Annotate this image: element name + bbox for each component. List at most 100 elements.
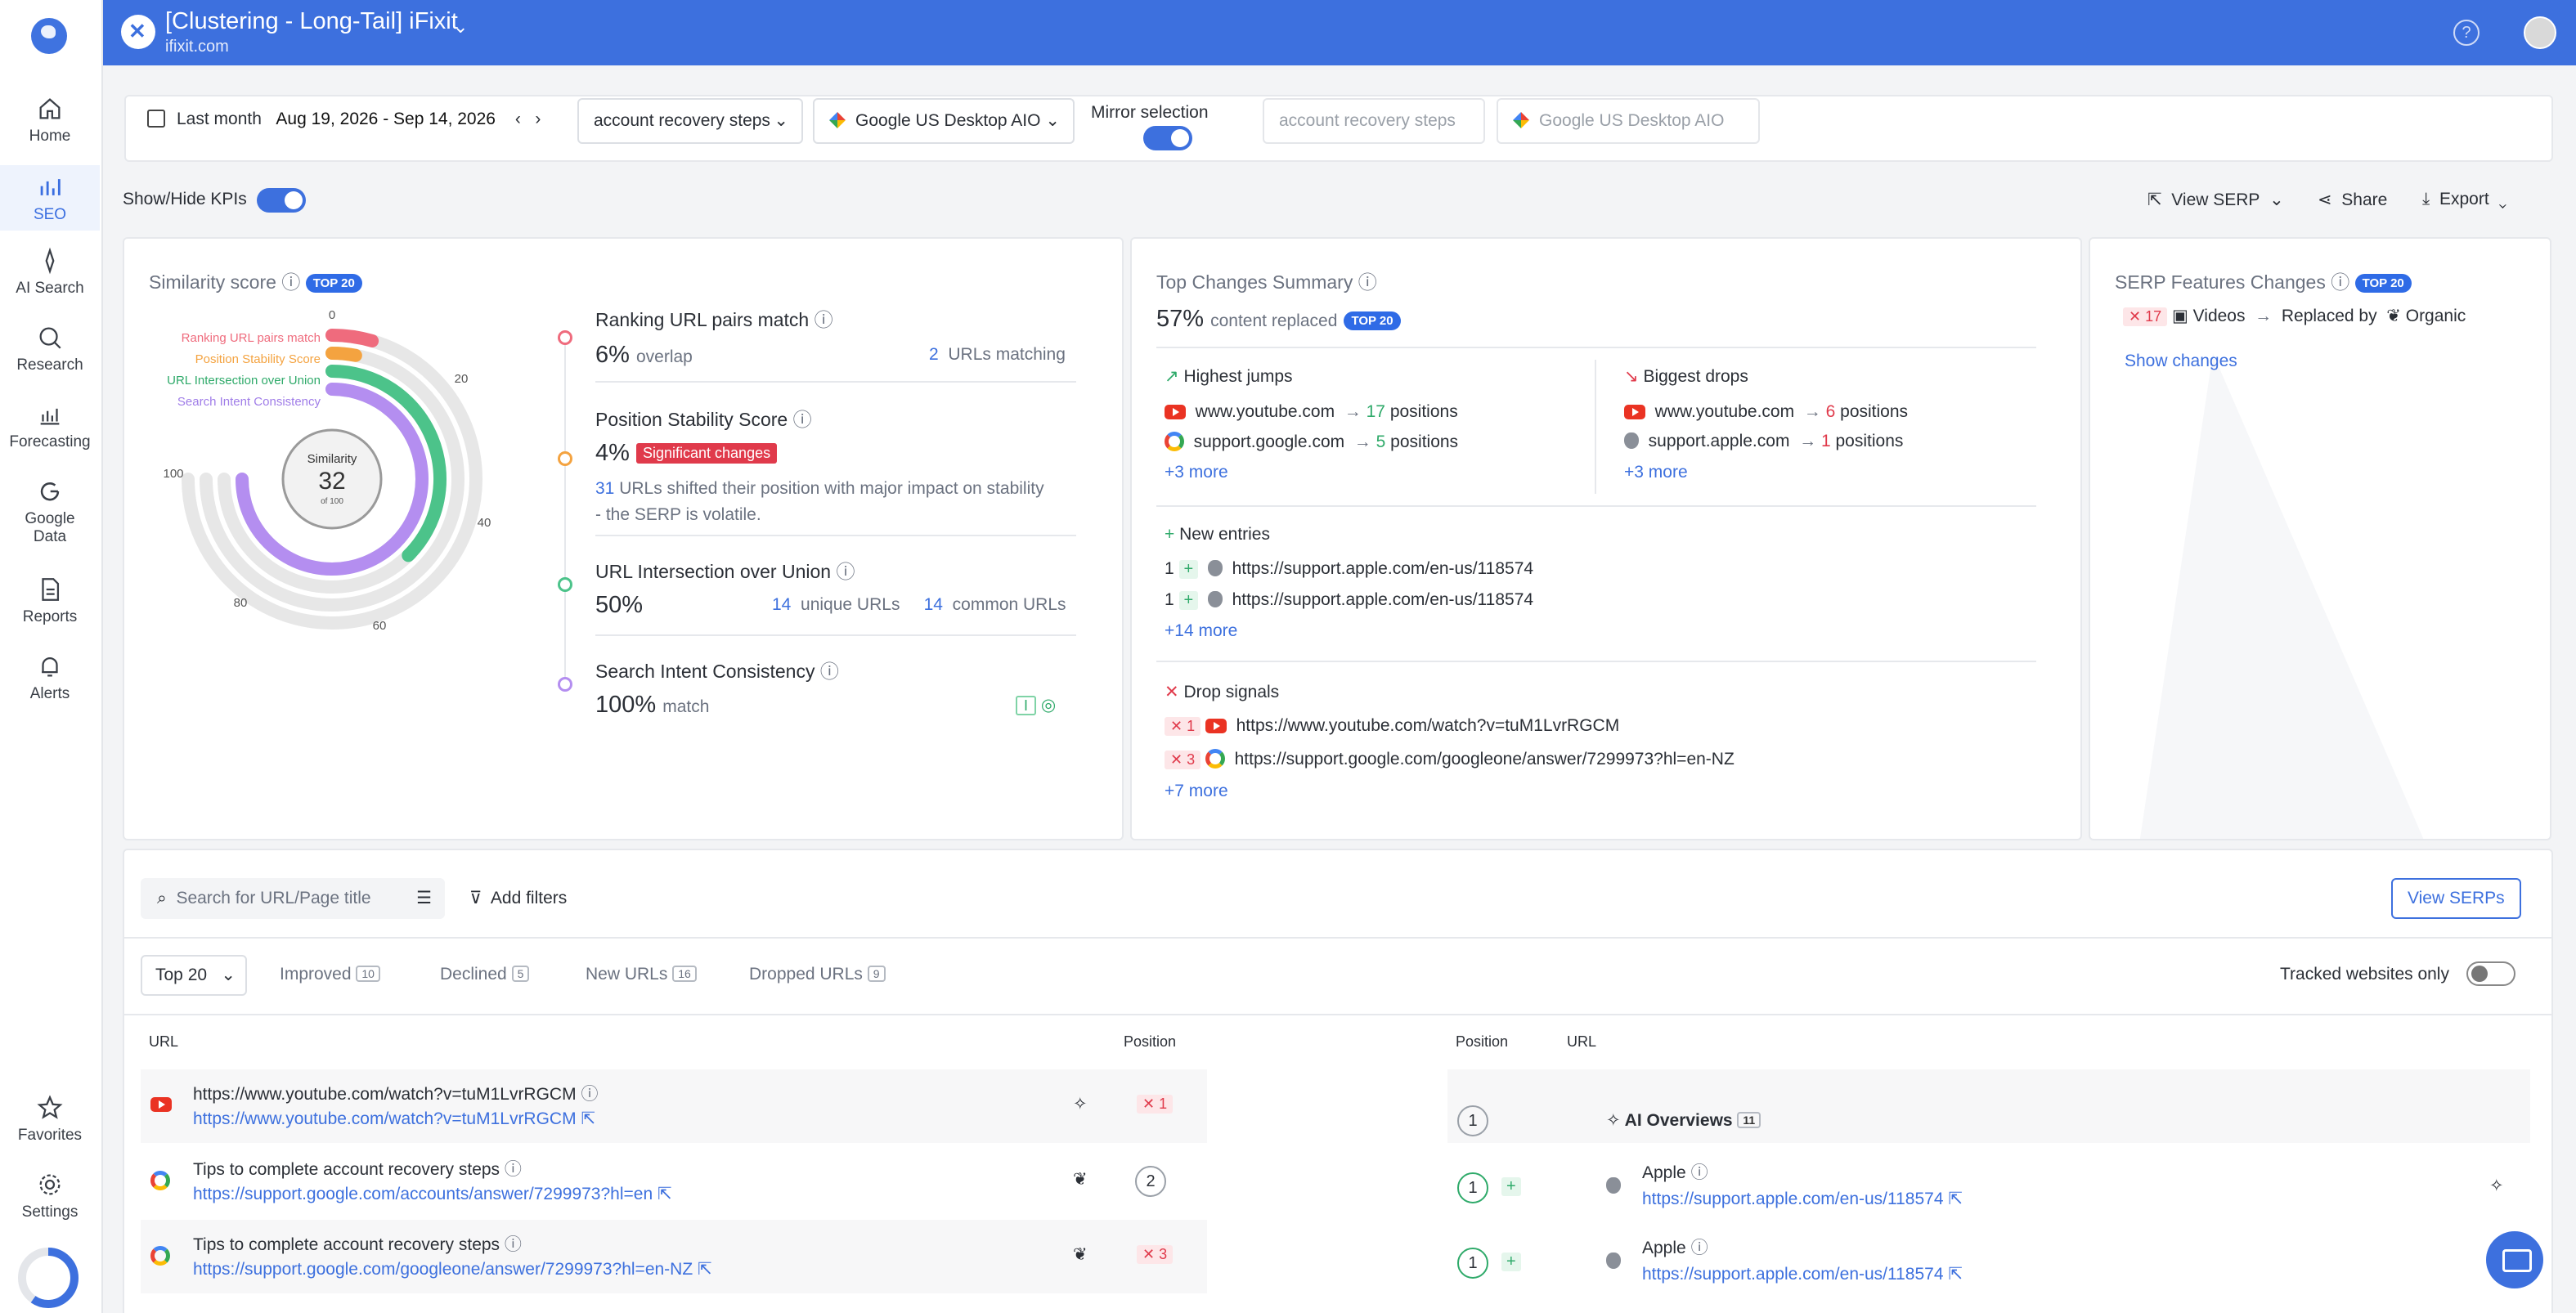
legend-ranking: Ranking URL pairs match [182, 331, 321, 345]
search-input[interactable]: ⌕ Search for URL/Page title ☰ [141, 878, 445, 919]
center-value: 32 [318, 468, 345, 495]
row-url[interactable]: https://support.google.com/googleone/ans… [193, 1259, 712, 1279]
sidebar-item-home[interactable]: Home [0, 95, 100, 152]
row-url[interactable]: https://support.apple.com/en-us/118574 ⇱ [1642, 1264, 1963, 1284]
drop-signal-url[interactable]: https://support.google.com/googleone/ans… [1235, 750, 1735, 769]
mirror-engine-select: Google US Desktop AIO [1497, 98, 1760, 144]
table-row[interactable]: Tips to complete account recovery steps … [141, 1220, 1207, 1293]
filter-icon: ⊽ [469, 889, 482, 907]
show-hide-kpis-toggle[interactable] [257, 188, 306, 213]
drop-more-link[interactable]: +7 more [1165, 782, 1228, 801]
chat-button[interactable] [2486, 1231, 2543, 1288]
export-button[interactable]: ⤓ Export ⌄ [2422, 190, 2506, 209]
tick-label: 40 [478, 516, 491, 530]
position-badge: 1 [1457, 1105, 1488, 1136]
show-changes-link[interactable]: Show changes [2125, 352, 2237, 371]
sliders-icon[interactable]: ☰ [416, 880, 432, 917]
add-filters-button[interactable]: ⊽ Add filters [469, 888, 567, 908]
ai-overview-row[interactable]: 1 ✧ AI Overviews 11 [1447, 1069, 2530, 1143]
drop-row: support.apple.com → 1 positions [1624, 432, 1903, 451]
gemini-icon [1513, 112, 1529, 128]
tab-count: 16 [672, 966, 697, 982]
info-icon[interactable]: ⓘ [1691, 1163, 1708, 1182]
info-icon[interactable]: ⓘ [505, 1235, 522, 1254]
tab-improved[interactable]: Improved 10 [280, 965, 380, 984]
drop-row: www.youtube.com → 6 positions [1624, 402, 1908, 422]
info-icon[interactable]: ⓘ [815, 309, 833, 330]
new-entry-url[interactable]: https://support.apple.com/en-us/118574 [1232, 559, 1534, 578]
share-button[interactable]: ⋖ Share [2318, 190, 2387, 210]
sidebar-item-reports[interactable]: Reports [0, 576, 100, 633]
new-more-link[interactable]: +14 more [1165, 621, 1237, 641]
row-url-text: https://www.youtube.com/watch?v=tuM1LvrR… [193, 1109, 577, 1128]
drop-unit: positions [1840, 402, 1909, 421]
drop-signal-url[interactable]: https://www.youtube.com/watch?v=tuM1LvrR… [1236, 716, 1620, 735]
keyword-select[interactable]: account recovery steps ⌄ [577, 98, 803, 144]
sidebar-item-research[interactable]: Research [0, 324, 100, 381]
plus-icon: + [1501, 1177, 1521, 1196]
tracked-only-toggle[interactable] [2466, 961, 2515, 986]
mirror-toggle[interactable] [1143, 126, 1192, 150]
highest-jumps-label: Highest jumps [1183, 367, 1293, 386]
ai-overview-icon: ✧ [1073, 1095, 1088, 1114]
tick-label: 100 [163, 467, 183, 481]
new-entry-url[interactable]: https://support.apple.com/en-us/118574 [1232, 590, 1534, 609]
info-icon[interactable]: ⓘ [581, 1085, 598, 1104]
row-url[interactable]: https://support.google.com/accounts/answ… [193, 1184, 672, 1204]
sidebar-item-favorites[interactable]: Favorites [0, 1094, 100, 1151]
sidebar-item-settings[interactable]: Settings [0, 1171, 100, 1228]
row-url[interactable]: https://support.apple.com/en-us/118574 ⇱ [1642, 1189, 1963, 1209]
info-icon[interactable]: ⓘ [505, 1160, 522, 1179]
project-title[interactable]: [Clustering - Long-Tail] iFixit [165, 8, 458, 35]
tab-new-urls[interactable]: New URLs 16 [586, 965, 697, 984]
jumps-more-link[interactable]: +3 more [1165, 463, 1228, 482]
metric-ranking-extra: 2 URLs matching [929, 345, 1066, 365]
info-icon[interactable]: ⓘ [281, 271, 300, 293]
engine-select[interactable]: Google US Desktop AIO ⌄ [813, 98, 1075, 144]
view-serp-button[interactable]: ⇱ View SERP ⌄ [2147, 190, 2284, 210]
sidebar-item-alerts[interactable]: Alerts [0, 652, 100, 710]
divider [595, 634, 1076, 636]
info-icon[interactable]: ⓘ [793, 409, 812, 430]
google-icon [150, 1246, 170, 1266]
next-icon[interactable]: › [535, 110, 541, 128]
table-row[interactable]: 1 + Apple ⓘ https://support.apple.com/en… [1447, 1153, 2530, 1226]
forecast-icon [40, 408, 60, 425]
info-icon[interactable]: ⓘ [2331, 271, 2349, 293]
app-logo[interactable] [31, 18, 67, 54]
sidebar-item-ai-search[interactable]: AI Search [0, 247, 100, 304]
external-link-icon: ⇱ [657, 1185, 672, 1203]
avatar[interactable] [2524, 16, 2556, 49]
col-position-header: Position [1456, 1033, 1509, 1050]
sidebar-item-forecasting[interactable]: Forecasting [0, 401, 100, 458]
google-icon [1205, 749, 1225, 769]
info-icon[interactable]: ⓘ [836, 561, 855, 582]
add-filters-label: Add filters [490, 889, 568, 907]
drop-site: support.apple.com [1648, 432, 1790, 450]
similarity-title-text: Similarity score [149, 271, 276, 293]
info-icon[interactable]: ⓘ [820, 661, 839, 682]
row-url[interactable]: https://www.youtube.com/watch?v=tuM1LvrR… [193, 1109, 595, 1129]
top-select[interactable]: Top 20 ⌄ [141, 955, 247, 996]
jump-num: 5 [1376, 432, 1386, 451]
drops-more-link[interactable]: +3 more [1624, 463, 1688, 482]
star-icon [37, 1095, 63, 1119]
tab-declined[interactable]: Declined 5 [440, 965, 530, 984]
date-range: Aug 19, 2026 - Sep 14, 2026 [276, 110, 496, 128]
prev-icon[interactable]: ‹ [515, 110, 521, 128]
help-icon[interactable]: ? [2453, 20, 2480, 46]
table-row[interactable]: https://www.youtube.com/watch?v=tuM1LvrR… [141, 1069, 1207, 1143]
divider [595, 535, 1076, 536]
date-picker[interactable]: Last month Aug 19, 2026 - Sep 14, 2026 ‹… [132, 98, 556, 144]
sidebar-item-seo[interactable]: SEO [0, 165, 100, 231]
table-row[interactable]: Tips to complete account recovery steps … [141, 1145, 1207, 1218]
sidebar-item-google-data[interactable]: Google Data [0, 477, 100, 559]
row-title: https://www.youtube.com/watch?v=tuM1LvrR… [193, 1081, 598, 1105]
info-icon[interactable]: ⓘ [1358, 271, 1377, 293]
chevron-down-icon[interactable]: ⌄ [453, 16, 468, 38]
jump-num: 17 [1366, 402, 1385, 421]
view-serps-button[interactable]: View SERPs [2391, 878, 2521, 919]
tab-dropped-urls[interactable]: Dropped URLs 9 [749, 965, 886, 984]
info-icon[interactable]: ⓘ [1691, 1239, 1708, 1257]
table-row[interactable]: 1 + Apple ⓘ https://support.apple.com/en… [1447, 1228, 2530, 1302]
